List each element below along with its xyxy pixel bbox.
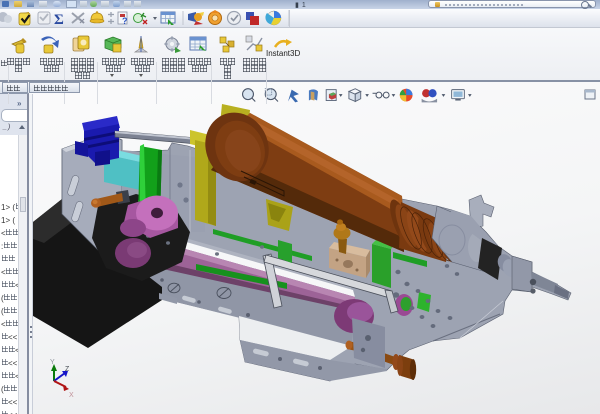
svg-text:Σ: Σ	[54, 12, 64, 27]
svg-text:Z: Z	[65, 366, 70, 373]
svg-text:X: X	[69, 392, 74, 399]
svg-text:Y: Y	[50, 359, 55, 366]
svg-text:?: ?	[122, 16, 128, 26]
